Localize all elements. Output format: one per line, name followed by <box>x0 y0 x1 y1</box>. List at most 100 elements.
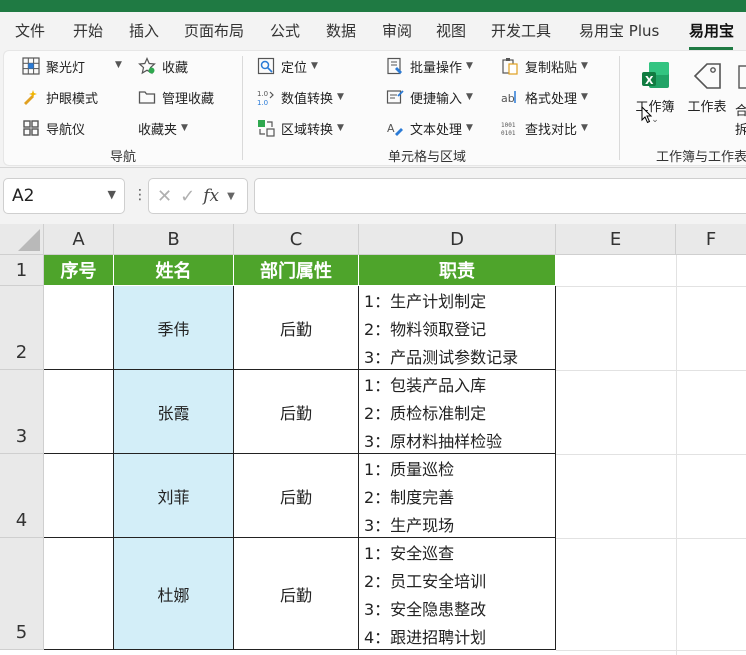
row-header-4[interactable]: 4 <box>0 454 44 538</box>
cell-dept[interactable]: 后勤 <box>234 286 359 370</box>
column-header-a[interactable]: A <box>44 224 114 255</box>
confirm-icon[interactable]: ✓ <box>180 186 195 207</box>
header-cell-dept[interactable]: 部门属性 <box>234 255 359 286</box>
spreadsheet-grid: A B C D E F 1 2 3 4 5 序号 姓名 部门属性 职责 季伟 后… <box>0 224 746 655</box>
tab-data[interactable]: 数据 <box>326 20 356 41</box>
tab-yiyongbao-plus[interactable]: 易用宝 Plus <box>579 20 659 41</box>
format-dropdown-icon: ▼ <box>581 92 588 102</box>
duty-line: 1：质量巡检 <box>364 460 455 479</box>
workbook-button[interactable]: X 工作簿 ⌄ <box>630 58 680 125</box>
tab-view[interactable]: 视图 <box>436 20 466 41</box>
cell-seq[interactable] <box>44 538 114 650</box>
tab-formulas[interactable]: 公式 <box>270 20 300 41</box>
navigator-button[interactable]: 导航仪 <box>22 117 85 139</box>
function-dropdown-icon[interactable]: ▼ <box>227 191 235 202</box>
spotlight-grid-icon <box>22 57 40 75</box>
gridline <box>556 370 746 371</box>
copy-paste-button[interactable]: 复制粘贴 ▼ <box>501 55 588 77</box>
find-compare-button[interactable]: 1001 0101 查找对比 ▼ <box>501 117 588 139</box>
gridline <box>676 255 677 655</box>
mouse-cursor-icon <box>641 105 653 124</box>
row-header-3[interactable]: 3 <box>0 370 44 454</box>
navigator-icon <box>22 119 40 137</box>
gridline <box>556 454 746 455</box>
column-header-d[interactable]: D <box>359 224 556 255</box>
workbook-dropdown-icon: ⌄ <box>651 115 659 125</box>
column-header-b[interactable]: B <box>114 224 234 255</box>
tab-file[interactable]: 文件 <box>15 20 45 41</box>
cell-name[interactable]: 张霞 <box>114 370 234 454</box>
tab-page-layout[interactable]: 页面布局 <box>184 20 244 41</box>
column-header-c[interactable]: C <box>234 224 359 255</box>
text-process-icon: A <box>386 119 404 137</box>
header-cell-name[interactable]: 姓名 <box>114 255 234 286</box>
name-box[interactable]: A2 ▼ <box>3 178 125 214</box>
number-convert-dropdown-icon: ▼ <box>337 92 344 102</box>
row-header-5[interactable]: 5 <box>0 538 44 650</box>
select-all-corner[interactable] <box>0 224 44 255</box>
star-icon <box>138 57 156 75</box>
group-label-cells: 单元格与区域 <box>388 150 467 165</box>
text-process-button[interactable]: A 文本处理 ▼ <box>386 117 473 139</box>
spotlight-dropdown-icon[interactable]: ▼ <box>115 60 122 70</box>
cell-name[interactable]: 杜娜 <box>114 538 234 650</box>
batch-operation-button[interactable]: 批量操作 ▼ <box>386 55 473 77</box>
group-label-navigation: 导航 <box>110 150 137 165</box>
cell-name[interactable]: 季伟 <box>114 286 234 370</box>
column-header-f[interactable]: F <box>676 224 746 255</box>
cancel-icon[interactable]: ✕ <box>157 186 172 207</box>
cell-dept[interactable]: 后勤 <box>234 370 359 454</box>
quick-input-button[interactable]: 便捷输入 ▼ <box>386 86 473 108</box>
column-header-e[interactable]: E <box>556 224 676 255</box>
name-box-dropdown-icon[interactable]: ▼ <box>108 188 116 201</box>
insert-function-icon[interactable]: fx <box>203 186 219 206</box>
cell-dept[interactable]: 后勤 <box>234 454 359 538</box>
cell-seq[interactable] <box>44 454 114 538</box>
cell-seq[interactable] <box>44 370 114 454</box>
row-header-2[interactable]: 2 <box>0 286 44 370</box>
merge-split-button[interactable]: 合 拆 <box>735 58 746 138</box>
spotlight-button[interactable]: 聚光灯 <box>22 55 85 77</box>
select-all-triangle-icon <box>18 229 40 251</box>
eye-protect-button[interactable]: 护眼模式 <box>22 86 98 108</box>
batch-icon <box>386 57 404 75</box>
copy-paste-dropdown-icon: ▼ <box>581 61 588 71</box>
tab-insert[interactable]: 插入 <box>129 20 159 41</box>
more-options-icon[interactable]: ⋮ <box>133 187 147 203</box>
format-icon: ab <box>501 88 519 106</box>
svg-text:1001: 1001 <box>501 122 516 129</box>
svg-text:X: X <box>645 74 654 87</box>
favorites-folder-button[interactable]: 收藏夹 ▼ <box>138 117 188 139</box>
cell-duties[interactable]: 1：生产计划制定 2：物料领取登记 3：产品测试参数记录 <box>359 286 556 370</box>
worksheet-button[interactable]: 工作表 <box>682 58 732 115</box>
row-header-1[interactable]: 1 <box>0 255 44 286</box>
cell-seq[interactable] <box>44 286 114 370</box>
cell-name[interactable]: 刘菲 <box>114 454 234 538</box>
number-convert-icon: 1.0 1.0 <box>257 88 275 106</box>
cell-duties[interactable]: 1：质量巡检 2：制度完善 3：生产现场 <box>359 454 556 538</box>
duty-line: 3：生产现场 <box>364 516 455 535</box>
tab-home[interactable]: 开始 <box>73 20 103 41</box>
tab-yiyongbao[interactable]: 易用宝 <box>689 20 734 41</box>
formula-bar: A2 ▼ ⋮ ✕ ✓ fx ▼ <box>0 168 746 224</box>
duty-line: 2：制度完善 <box>364 488 455 507</box>
tab-review[interactable]: 审阅 <box>382 20 412 41</box>
manage-favorites-button[interactable]: 管理收藏 <box>138 86 214 108</box>
cell-dept[interactable]: 后勤 <box>234 538 359 650</box>
favorite-button[interactable]: 收藏 <box>138 55 188 77</box>
header-cell-duties[interactable]: 职责 <box>359 255 556 286</box>
number-convert-button[interactable]: 1.0 1.0 数值转换 ▼ <box>257 86 344 108</box>
format-process-button[interactable]: ab 格式处理 ▼ <box>501 86 588 108</box>
cell-duties[interactable]: 1：包装产品入库 2：质检标准制定 3：原材料抽样检验 <box>359 370 556 454</box>
formula-input[interactable] <box>254 178 746 214</box>
text-process-dropdown-icon: ▼ <box>466 123 473 133</box>
locate-button[interactable]: 定位 ▼ <box>257 55 318 77</box>
title-bar-strip <box>0 0 746 12</box>
gridline <box>556 286 746 287</box>
header-cell-seq[interactable]: 序号 <box>44 255 114 286</box>
compare-icon: 1001 0101 <box>501 119 519 137</box>
tab-developer[interactable]: 开发工具 <box>491 20 551 41</box>
cell-duties[interactable]: 1：安全巡查 2：员工安全培训 3：安全隐患整改 4：跟进招聘计划 <box>359 538 556 650</box>
range-convert-button[interactable]: 区域转换 ▼ <box>257 117 344 139</box>
batch-dropdown-icon: ▼ <box>466 61 473 71</box>
